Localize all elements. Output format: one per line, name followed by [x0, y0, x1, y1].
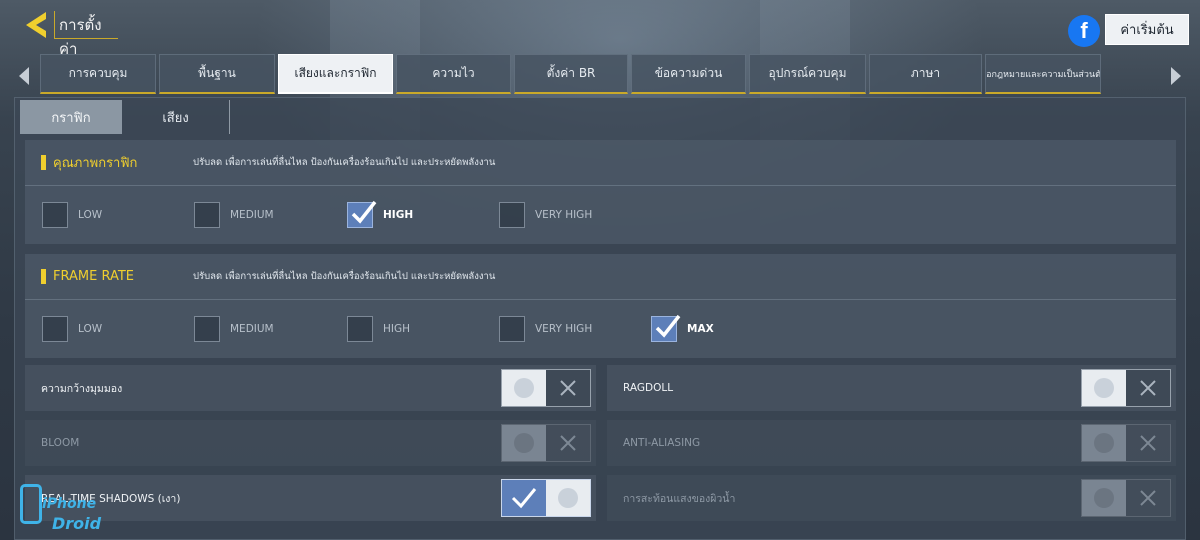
tab-controls[interactable]: การควบคุม [40, 54, 156, 94]
section-description: ปรับลด เพื่อการเล่นที่ลื่นไหล ป้องกันเคร… [193, 271, 496, 282]
tab-scroll-right-icon[interactable] [1166, 63, 1186, 89]
toggle-row-field-of-view: ความกว้างมุมมอง [25, 365, 596, 411]
option-high[interactable]: HIGH [347, 316, 410, 342]
subtab-audio[interactable]: เสียง [122, 100, 230, 134]
tab-quick-messages[interactable]: ข้อความด่วน [631, 54, 746, 94]
toggle-knob [546, 480, 590, 516]
anti-aliasing-toggle[interactable] [1081, 424, 1171, 462]
facebook-glyph: f [1080, 18, 1088, 43]
section-title: FRAME RATE [53, 269, 134, 284]
option-very-high[interactable]: VERY HIGH [499, 316, 592, 342]
graphics-quality-options: LOW MEDIUM HIGH VERY HIGH [25, 186, 1176, 244]
frame-rate-options: LOW MEDIUM HIGH VERY HIGH MAX [25, 300, 1176, 358]
subtab-graphics[interactable]: กราฟิก [20, 100, 122, 134]
watermark-line2: Droid [52, 514, 102, 533]
tab-language[interactable]: ภาษา [869, 54, 982, 94]
tab-scroll-left-icon[interactable] [14, 63, 34, 89]
ragdoll-toggle[interactable] [1081, 369, 1171, 407]
option-low[interactable]: LOW [42, 202, 102, 228]
real-time-shadows-toggle[interactable] [501, 479, 591, 517]
close-icon [1126, 370, 1170, 406]
bloom-toggle[interactable] [501, 424, 591, 462]
checkbox[interactable] [42, 202, 68, 228]
checkbox[interactable] [347, 316, 373, 342]
option-label: MAX [687, 323, 714, 335]
section-title: คุณภาพกราฟิก [53, 156, 138, 171]
reset-default-button[interactable]: ค่าเริ่มต้น [1105, 14, 1189, 45]
checkbox[interactable] [499, 202, 525, 228]
option-low[interactable]: LOW [42, 316, 102, 342]
tab-legal-privacy[interactable]: ข้อกฎหมายและความเป็นส่วนตัว [985, 54, 1101, 94]
section-header: คุณภาพกราฟิก ปรับลด เพื่อการเล่นที่ลื่นไ… [25, 140, 1176, 186]
phone-icon [20, 484, 42, 524]
tab-audio-graphics[interactable]: เสียงและกราฟิก [278, 54, 393, 94]
toggle-label: ANTI-ALIASING [623, 437, 701, 449]
tab-sensitivity[interactable]: ความไว [396, 54, 511, 94]
option-label: LOW [78, 323, 103, 335]
option-high[interactable]: HIGH [347, 200, 414, 228]
checkbox-checked[interactable] [651, 314, 681, 342]
tab-br-settings[interactable]: ตั้งค่า BR [514, 54, 628, 94]
section-description: ปรับลด เพื่อการเล่นที่ลื่นไหล ป้องกันเคร… [193, 157, 496, 168]
option-medium[interactable]: MEDIUM [194, 202, 274, 228]
option-label: MEDIUM [230, 209, 274, 221]
section-marker [41, 269, 46, 284]
option-label: MEDIUM [230, 323, 274, 335]
checkbox[interactable] [194, 316, 220, 342]
facebook-icon[interactable]: f [1068, 15, 1100, 47]
watermark-line1: iPhone [42, 496, 97, 512]
toggle-row-ragdoll: RAGDOLL [607, 365, 1176, 411]
checkmark-icon [351, 200, 377, 224]
back-button[interactable]: การตั้งค่า [22, 10, 118, 58]
checkbox[interactable] [499, 316, 525, 342]
checkbox[interactable] [194, 202, 220, 228]
back-chevron-icon [22, 10, 50, 40]
checkmark-icon [502, 480, 546, 516]
close-icon [546, 370, 590, 406]
toggle-label: RAGDOLL [623, 382, 674, 394]
water-reflection-toggle[interactable] [1081, 479, 1171, 517]
toggle-label: ความกว้างมุมมอง [41, 382, 123, 395]
option-label: HIGH [383, 209, 414, 221]
option-label: LOW [78, 209, 103, 221]
close-icon [1126, 425, 1170, 461]
toggle-knob [502, 370, 546, 406]
toggle-row-anti-aliasing: ANTI-ALIASING [607, 420, 1176, 466]
toggle-label: การสะท้อนแสงของผิวน้ำ [623, 492, 736, 505]
toggle-knob [1082, 425, 1126, 461]
option-label: VERY HIGH [535, 323, 593, 335]
toggle-knob [1082, 480, 1126, 516]
option-label: HIGH [383, 323, 411, 335]
toggle-knob [1082, 370, 1126, 406]
watermark-logo: iPhone Droid [8, 474, 118, 534]
checkbox-checked[interactable] [347, 200, 377, 228]
page-title: การตั้งค่า [54, 11, 118, 58]
graphics-quality-section: คุณภาพกราฟิก ปรับลด เพื่อการเล่นที่ลื่นไ… [25, 140, 1176, 244]
toggle-knob [502, 425, 546, 461]
checkmark-icon [655, 314, 681, 338]
option-very-high[interactable]: VERY HIGH [499, 202, 592, 228]
tab-controllers[interactable]: อุปกรณ์ควบคุม [749, 54, 866, 94]
option-max[interactable]: MAX [651, 314, 714, 342]
sub-tabs: กราฟิก เสียง [20, 100, 230, 134]
frame-rate-section: FRAME RATE ปรับลด เพื่อการเล่นที่ลื่นไหล… [25, 254, 1176, 358]
section-marker [41, 155, 46, 170]
main-tabs: การควบคุม พื้นฐาน เสียงและกราฟิก ความไว … [40, 54, 1101, 94]
field-of-view-toggle[interactable] [501, 369, 591, 407]
checkbox[interactable] [42, 316, 68, 342]
toggle-row-water-reflection: การสะท้อนแสงของผิวน้ำ [607, 475, 1176, 521]
close-icon [546, 425, 590, 461]
tab-basic[interactable]: พื้นฐาน [159, 54, 275, 94]
option-label: VERY HIGH [535, 209, 593, 221]
close-icon [1126, 480, 1170, 516]
option-medium[interactable]: MEDIUM [194, 316, 274, 342]
toggle-row-bloom: BLOOM [25, 420, 596, 466]
toggle-label: BLOOM [41, 437, 80, 449]
section-header: FRAME RATE ปรับลด เพื่อการเล่นที่ลื่นไหล… [25, 254, 1176, 300]
